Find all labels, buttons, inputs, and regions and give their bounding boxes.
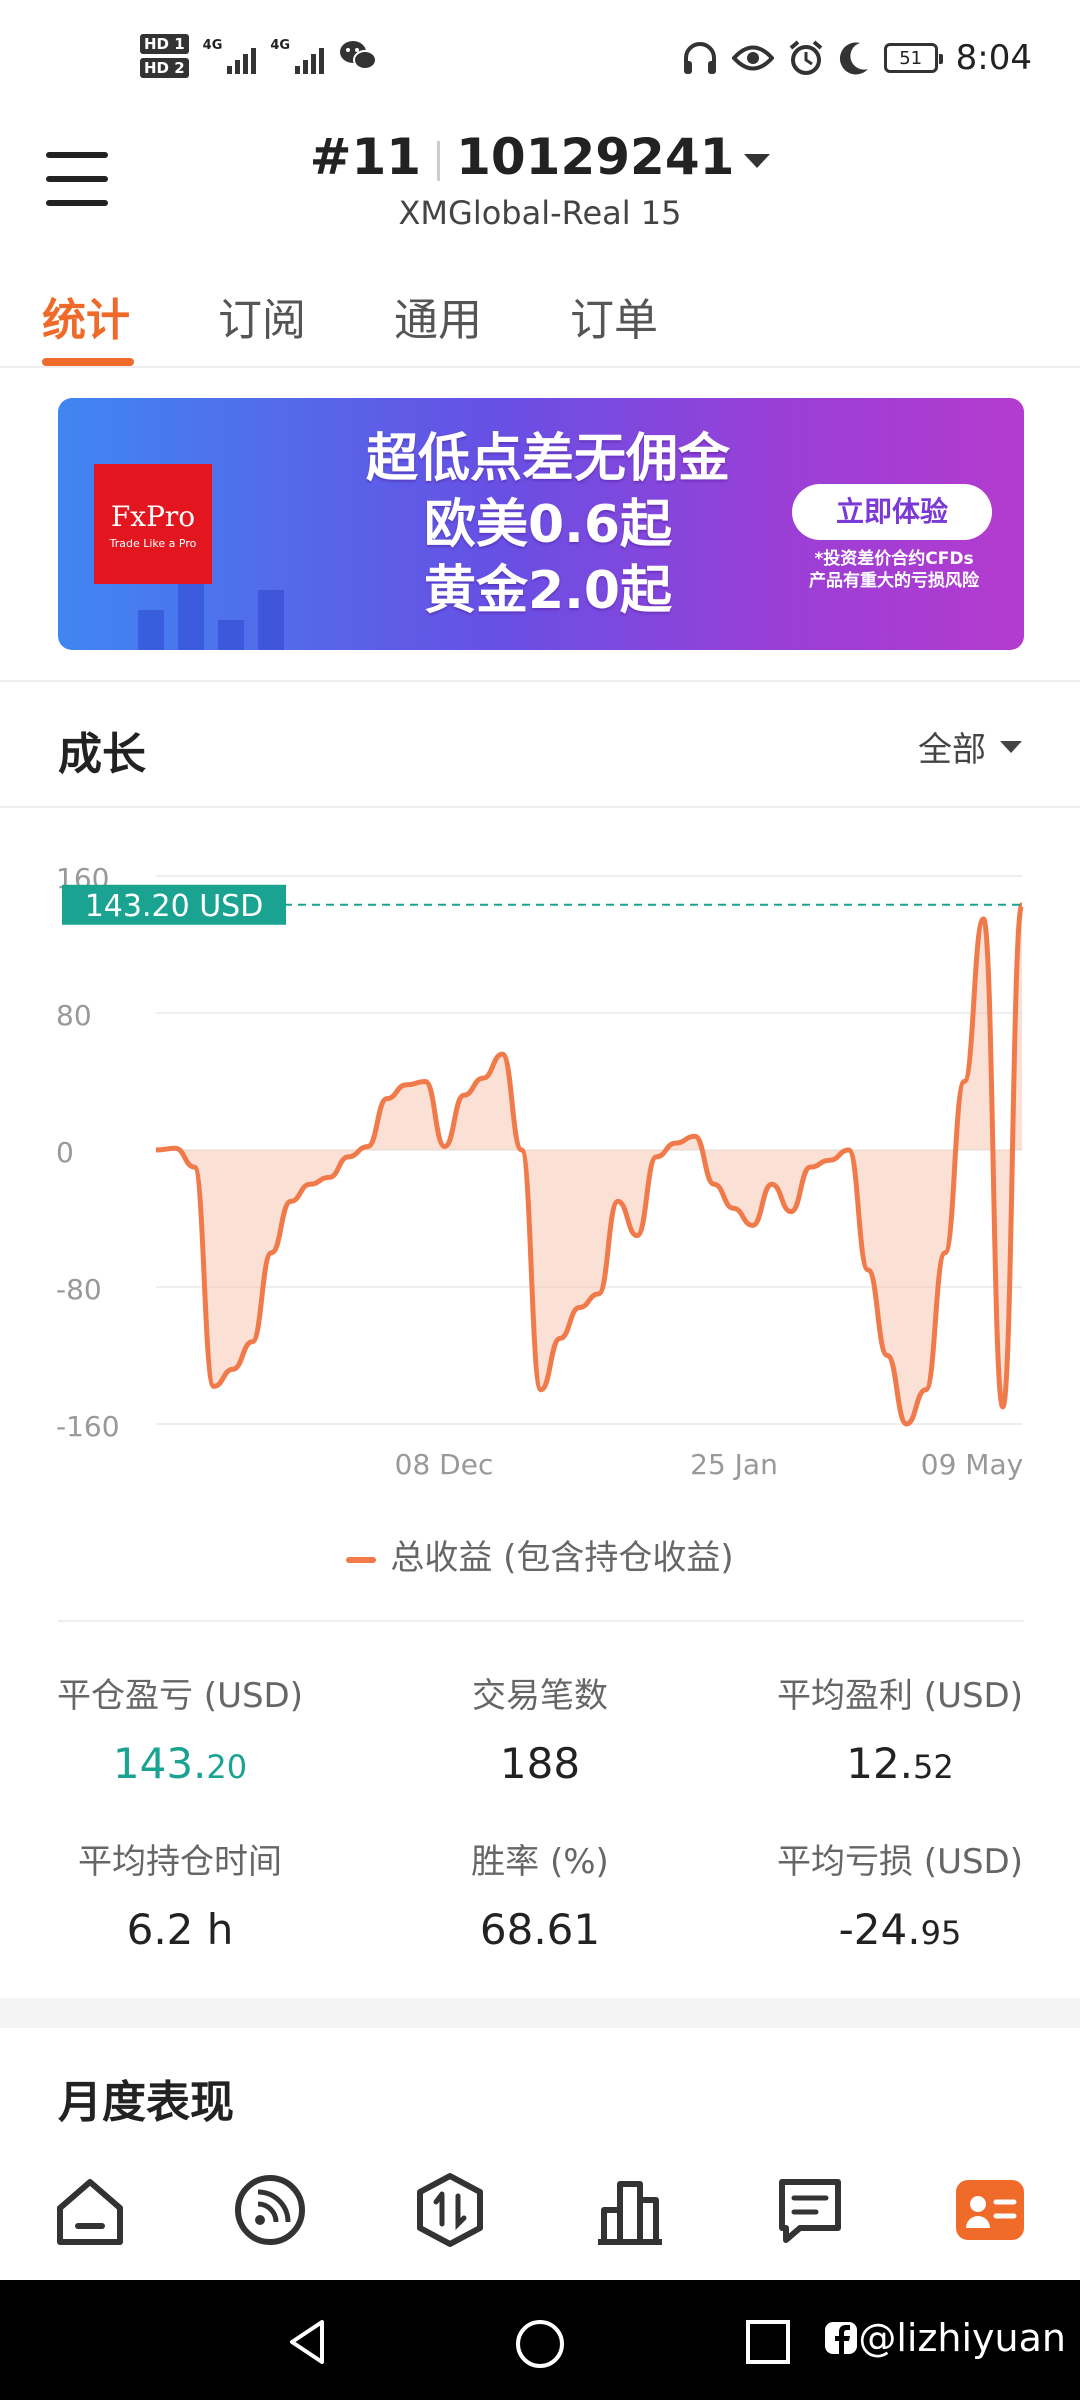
logo-tagline: Trade Like a Pro (109, 537, 197, 550)
risk-line-2: 产品有重大的亏损风险 (809, 571, 979, 591)
x-tick-label: 09 May (921, 1448, 1023, 1481)
divider (0, 680, 1080, 682)
bottom-nav (0, 2136, 1080, 2280)
hd2-badge: HD 2 (140, 58, 189, 78)
stat-value: 6.2 h (126, 1905, 234, 1954)
account-server: XMGlobal-Real 15 (398, 194, 682, 232)
signals-icon[interactable] (230, 2170, 310, 2250)
divider (0, 806, 1080, 808)
stat-item: 平均盈利 (USD) 12.52 (720, 1668, 1080, 1788)
range-dropdown[interactable]: 全部 (918, 722, 1022, 771)
stat-label: 平仓盈亏 (USD) (57, 1676, 303, 1716)
facebook-icon (825, 2322, 858, 2354)
headphones-icon (683, 42, 716, 74)
stat-label: 平均亏损 (USD) (777, 1842, 1023, 1882)
signal-1-icon: 4G (203, 38, 257, 74)
stat-item: 平仓盈亏 (USD) 143.20 (0, 1668, 360, 1788)
try-now-button[interactable]: 立即体验 (792, 484, 992, 540)
growth-title: 成长 (58, 729, 146, 780)
y-tick-label: -80 (56, 1273, 102, 1306)
banner-line-1: 超低点差无佣金 (365, 429, 730, 489)
fxpro-logo: FxPro Trade Like a Pro (94, 464, 212, 584)
chart-icon[interactable] (590, 2170, 670, 2250)
back-icon[interactable] (284, 2318, 332, 2366)
tab-orders[interactable]: 订单 (570, 284, 658, 348)
net1-label: 4G (202, 38, 223, 53)
risk-line-1: *投资差价合约CFDs (814, 549, 974, 569)
stat-label: 胜率 (%) (471, 1842, 609, 1882)
stat-label: 平均持仓时间 (78, 1842, 282, 1882)
legend-swatch (346, 1556, 377, 1563)
tab-subscribe[interactable]: 订阅 (218, 284, 306, 348)
stat-item: 平均持仓时间 6.2 h (0, 1834, 360, 1954)
risk-warning: *投资差价合约CFDs 产品有重大的亏损风险 (774, 548, 1014, 592)
section-gap (0, 1998, 1080, 2028)
eye-comfort-icon (731, 45, 774, 71)
clock: 8:04 (955, 38, 1032, 78)
home-icon[interactable] (50, 2170, 130, 2250)
stat-value: 68.61 (479, 1905, 601, 1954)
chart-legend[interactable]: 总收益 (包含持仓收益) (0, 1530, 1080, 1579)
watermark: @lizhiyuan (824, 2316, 1066, 2360)
series-area (156, 904, 1022, 1424)
monthly-title: 月度表现 (58, 2077, 234, 2128)
stat-item: 平均亏损 (USD) -24.95 (720, 1834, 1080, 1954)
battery-level: 51 (899, 47, 923, 69)
tab-general[interactable]: 通用 (394, 284, 482, 348)
logo-text: FxPro (110, 500, 196, 533)
chevron-down-icon (744, 153, 771, 168)
y-tick-label: 80 (56, 999, 92, 1032)
chevron-down-icon (1000, 740, 1022, 753)
stat-value: 143.20 (112, 1739, 248, 1788)
stat-value: 12.52 (846, 1739, 954, 1788)
recents-icon[interactable] (744, 2318, 792, 2366)
stat-label: 交易笔数 (472, 1676, 608, 1716)
account-id: 10129241 (456, 128, 735, 186)
hd1-badge: HD 1 (140, 34, 189, 54)
tab-bar: 统计 订阅 通用 订单 (0, 272, 1080, 368)
banner-line-3: 黄金2.0起 (423, 561, 673, 621)
range-value: 全部 (918, 730, 986, 770)
banner-headline: 超低点差无佣金 欧美0.6起 黄金2.0起 (318, 426, 778, 624)
tab-active-indicator (42, 358, 134, 366)
alarm-icon (789, 40, 822, 75)
divider (58, 1620, 1024, 1622)
stat-label: 平均盈利 (USD) (777, 1676, 1023, 1716)
current-value-label: 143.20 USD (85, 889, 264, 924)
x-tick-label: 25 Jan (690, 1448, 778, 1481)
profile-card-icon[interactable] (950, 2170, 1030, 2250)
banner-bars-decoration (138, 580, 284, 650)
trade-icon[interactable] (410, 2170, 490, 2250)
watermark-text: @lizhiyuan (858, 2316, 1066, 2360)
promo-banner[interactable]: FxPro Trade Like a Pro 超低点差无佣金 欧美0.6起 黄金… (58, 398, 1024, 650)
banner-line-2: 欧美0.6起 (423, 495, 673, 555)
home-circle-icon[interactable] (514, 2318, 566, 2370)
signal-2-icon: 4G (270, 38, 325, 74)
tab-statistics[interactable]: 统计 (42, 284, 130, 348)
messages-icon[interactable] (770, 2170, 850, 2250)
stat-value: -24.95 (838, 1905, 962, 1954)
account-selector[interactable]: #11 10129241 (0, 128, 1080, 186)
stat-item: 交易笔数 188 (360, 1668, 720, 1788)
account-number: #11 (309, 128, 422, 186)
y-tick-label: 0 (56, 1136, 74, 1169)
growth-chart[interactable]: 160800-80-16008 Dec 25 Jan 09 May143.20 US… (0, 840, 1080, 1500)
moon-icon (839, 42, 868, 75)
status-bar: HD 1 HD 2 4G 4G 51 8:04 (0, 0, 1080, 120)
y-tick-label: -160 (56, 1410, 120, 1443)
wechat-icon (340, 41, 378, 70)
x-tick-label: 08 Dec (395, 1448, 494, 1481)
net2-label: 4G (270, 38, 291, 53)
stat-item: 胜率 (%) 68.61 (360, 1834, 720, 1954)
battery-icon: 51 (883, 43, 943, 73)
stat-value: 188 (499, 1739, 581, 1788)
legend-label: 总收益 (包含持仓收益) (390, 1538, 734, 1578)
